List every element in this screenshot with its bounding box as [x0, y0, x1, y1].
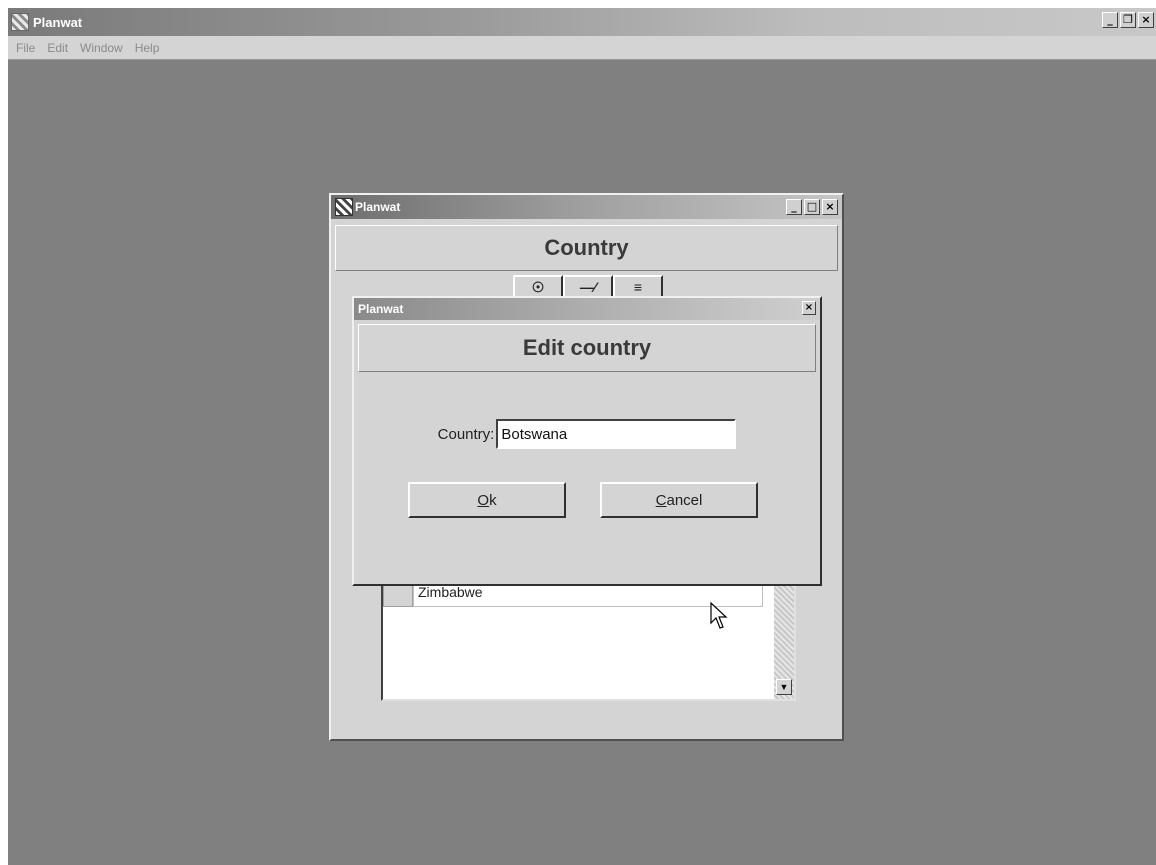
country-field-row: Country:	[354, 418, 820, 450]
app-window-controls: _ ❐ ×	[1102, 12, 1154, 28]
country-input[interactable]	[496, 419, 737, 449]
dialog-heading: Edit country	[358, 324, 816, 372]
ok-mnemonic: O	[477, 491, 490, 509]
country-field-label: Country:	[437, 425, 495, 443]
dialog-close-button[interactable]: ×	[802, 301, 816, 315]
country-window-title: Planwat	[355, 200, 401, 214]
menu-help[interactable]: Help	[129, 41, 166, 55]
app-icon	[335, 198, 353, 216]
minimize-button[interactable]: _	[786, 199, 802, 215]
vertical-scrollbar[interactable]: ▼	[774, 577, 794, 699]
scroll-down-button[interactable]: ▼	[776, 679, 792, 695]
country-window-heading: Country	[335, 225, 838, 271]
country-window-controls: _ □ ×	[786, 199, 838, 215]
cancel-button[interactable]: Cancel	[600, 482, 758, 518]
ok-button[interactable]: Ok	[408, 482, 566, 518]
app-titlebar[interactable]: Planwat _ ❐ ×	[8, 8, 1156, 36]
close-button[interactable]: ×	[822, 199, 838, 215]
maximize-button[interactable]: □	[804, 199, 820, 215]
ok-label: k	[489, 491, 497, 509]
menu-edit[interactable]: Edit	[41, 41, 74, 55]
dialog-titlebar[interactable]: Planwat	[354, 298, 820, 320]
cancel-mnemonic: C	[655, 491, 667, 509]
restore-button[interactable]: ❐	[1120, 12, 1136, 28]
country-list[interactable]: Zimbabwe ▼	[381, 575, 796, 701]
dialog-title: Planwat	[358, 302, 404, 316]
menu-window[interactable]: Window	[74, 41, 129, 55]
app-icon	[11, 13, 29, 31]
mouse-cursor-icon	[710, 601, 728, 629]
minimize-button[interactable]: _	[1102, 12, 1118, 28]
menu-file[interactable]: File	[10, 41, 41, 55]
menu-bar: File Edit Window Help	[8, 36, 1156, 60]
close-button[interactable]: ×	[1138, 12, 1154, 28]
country-window-titlebar[interactable]: Planwat _ □ ×	[331, 195, 842, 219]
cancel-label: ancel	[666, 491, 703, 509]
edit-country-dialog: Planwat × Edit country Country: Ok Cance…	[352, 296, 822, 586]
app-title: Planwat	[33, 14, 83, 30]
